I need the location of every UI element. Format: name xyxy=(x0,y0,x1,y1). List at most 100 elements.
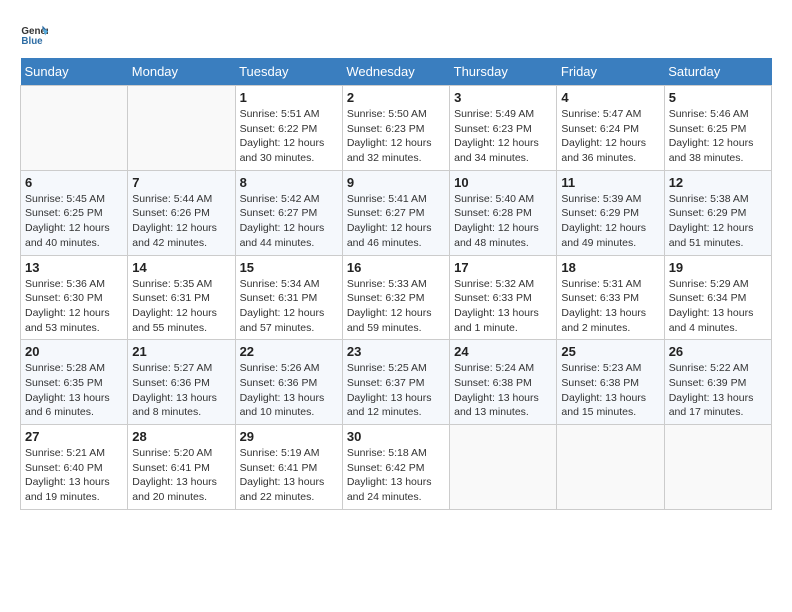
calendar-cell: 8 Sunrise: 5:42 AMSunset: 6:27 PMDaylight… xyxy=(235,170,342,255)
calendar-week-row: 20 Sunrise: 5:28 AMSunset: 6:35 PMDayligh… xyxy=(21,340,772,425)
calendar-cell: 17 Sunrise: 5:32 AMSunset: 6:33 PMDayligh… xyxy=(450,255,557,340)
day-number: 27 xyxy=(25,429,123,444)
calendar-cell xyxy=(128,86,235,171)
calendar-cell xyxy=(664,425,771,510)
calendar-cell: 7 Sunrise: 5:44 AMSunset: 6:26 PMDaylight… xyxy=(128,170,235,255)
calendar-cell: 5 Sunrise: 5:46 AMSunset: 6:25 PMDaylight… xyxy=(664,86,771,171)
day-info: Sunrise: 5:35 AMSunset: 6:31 PMDaylight:… xyxy=(132,277,230,336)
day-number: 17 xyxy=(454,260,552,275)
calendar-week-row: 13Sunrise: 5:36 AMSunset: 6:30 PMDayligh… xyxy=(21,255,772,340)
day-info: Sunrise: 5:46 AMSunset: 6:25 PMDaylight:… xyxy=(669,107,767,166)
day-number: 7 xyxy=(132,175,230,190)
day-number: 29 xyxy=(240,429,338,444)
calendar-week-row: 6 Sunrise: 5:45 AMSunset: 6:25 PMDaylight… xyxy=(21,170,772,255)
calendar-table: SundayMondayTuesdayWednesdayThursdayFrid… xyxy=(20,58,772,510)
calendar-cell: 4 Sunrise: 5:47 AMSunset: 6:24 PMDaylight… xyxy=(557,86,664,171)
calendar-cell: 9 Sunrise: 5:41 AMSunset: 6:27 PMDaylight… xyxy=(342,170,449,255)
calendar-cell: 1 Sunrise: 5:51 AMSunset: 6:22 PMDaylight… xyxy=(235,86,342,171)
day-info: Sunrise: 5:27 AMSunset: 6:36 PMDaylight:… xyxy=(132,361,230,420)
day-info: Sunrise: 5:28 AMSunset: 6:35 PMDaylight:… xyxy=(25,361,123,420)
svg-text:Blue: Blue xyxy=(21,36,43,47)
calendar-week-row: 27 Sunrise: 5:21 AMSunset: 6:40 PMDayligh… xyxy=(21,425,772,510)
day-number: 19 xyxy=(669,260,767,275)
day-info: Sunrise: 5:51 AMSunset: 6:22 PMDaylight:… xyxy=(240,107,338,166)
day-number: 12 xyxy=(669,175,767,190)
calendar-cell: 29 Sunrise: 5:19 AMSunset: 6:41 PMDayligh… xyxy=(235,425,342,510)
calendar-cell: 2 Sunrise: 5:50 AMSunset: 6:23 PMDaylight… xyxy=(342,86,449,171)
day-info: Sunrise: 5:19 AMSunset: 6:41 PMDaylight:… xyxy=(240,446,338,505)
calendar-cell: 22 Sunrise: 5:26 AMSunset: 6:36 PMDayligh… xyxy=(235,340,342,425)
logo: General Blue xyxy=(20,20,52,48)
day-number: 10 xyxy=(454,175,552,190)
calendar-cell: 19 Sunrise: 5:29 AMSunset: 6:34 PMDayligh… xyxy=(664,255,771,340)
weekday-header-tuesday: Tuesday xyxy=(235,58,342,86)
day-info: Sunrise: 5:24 AMSunset: 6:38 PMDaylight:… xyxy=(454,361,552,420)
day-info: Sunrise: 5:40 AMSunset: 6:28 PMDaylight:… xyxy=(454,192,552,251)
day-number: 3 xyxy=(454,90,552,105)
day-info: Sunrise: 5:20 AMSunset: 6:41 PMDaylight:… xyxy=(132,446,230,505)
day-number: 18 xyxy=(561,260,659,275)
calendar-cell: 25Sunrise: 5:23 AMSunset: 6:38 PMDayligh… xyxy=(557,340,664,425)
weekday-header-saturday: Saturday xyxy=(664,58,771,86)
day-info: Sunrise: 5:22 AMSunset: 6:39 PMDaylight:… xyxy=(669,361,767,420)
day-info: Sunrise: 5:32 AMSunset: 6:33 PMDaylight:… xyxy=(454,277,552,336)
calendar-cell: 24 Sunrise: 5:24 AMSunset: 6:38 PMDayligh… xyxy=(450,340,557,425)
day-info: Sunrise: 5:21 AMSunset: 6:40 PMDaylight:… xyxy=(25,446,123,505)
page-header: General Blue xyxy=(20,20,772,48)
day-info: Sunrise: 5:29 AMSunset: 6:34 PMDaylight:… xyxy=(669,277,767,336)
day-info: Sunrise: 5:45 AMSunset: 6:25 PMDaylight:… xyxy=(25,192,123,251)
day-info: Sunrise: 5:36 AMSunset: 6:30 PMDaylight:… xyxy=(25,277,123,336)
day-number: 4 xyxy=(561,90,659,105)
day-info: Sunrise: 5:34 AMSunset: 6:31 PMDaylight:… xyxy=(240,277,338,336)
day-number: 24 xyxy=(454,344,552,359)
day-info: Sunrise: 5:33 AMSunset: 6:32 PMDaylight:… xyxy=(347,277,445,336)
day-number: 9 xyxy=(347,175,445,190)
day-info: Sunrise: 5:26 AMSunset: 6:36 PMDaylight:… xyxy=(240,361,338,420)
day-number: 30 xyxy=(347,429,445,444)
calendar-cell: 27 Sunrise: 5:21 AMSunset: 6:40 PMDayligh… xyxy=(21,425,128,510)
calendar-cell: 13Sunrise: 5:36 AMSunset: 6:30 PMDayligh… xyxy=(21,255,128,340)
calendar-week-row: 1 Sunrise: 5:51 AMSunset: 6:22 PMDaylight… xyxy=(21,86,772,171)
weekday-header-friday: Friday xyxy=(557,58,664,86)
day-number: 16 xyxy=(347,260,445,275)
calendar-cell: 18 Sunrise: 5:31 AMSunset: 6:33 PMDayligh… xyxy=(557,255,664,340)
weekday-header-monday: Monday xyxy=(128,58,235,86)
day-number: 15 xyxy=(240,260,338,275)
day-number: 2 xyxy=(347,90,445,105)
weekday-header-row: SundayMondayTuesdayWednesdayThursdayFrid… xyxy=(21,58,772,86)
calendar-cell: 28 Sunrise: 5:20 AMSunset: 6:41 PMDayligh… xyxy=(128,425,235,510)
day-info: Sunrise: 5:39 AMSunset: 6:29 PMDaylight:… xyxy=(561,192,659,251)
calendar-cell: 11 Sunrise: 5:39 AMSunset: 6:29 PMDayligh… xyxy=(557,170,664,255)
calendar-cell: 3Sunrise: 5:49 AMSunset: 6:23 PMDaylight… xyxy=(450,86,557,171)
day-number: 22 xyxy=(240,344,338,359)
calendar-cell xyxy=(450,425,557,510)
weekday-header-wednesday: Wednesday xyxy=(342,58,449,86)
calendar-cell: 10 Sunrise: 5:40 AMSunset: 6:28 PMDayligh… xyxy=(450,170,557,255)
day-number: 23 xyxy=(347,344,445,359)
day-number: 25 xyxy=(561,344,659,359)
calendar-cell: 12Sunrise: 5:38 AMSunset: 6:29 PMDayligh… xyxy=(664,170,771,255)
day-info: Sunrise: 5:44 AMSunset: 6:26 PMDaylight:… xyxy=(132,192,230,251)
calendar-cell: 16 Sunrise: 5:33 AMSunset: 6:32 PMDayligh… xyxy=(342,255,449,340)
calendar-cell: 21 Sunrise: 5:27 AMSunset: 6:36 PMDayligh… xyxy=(128,340,235,425)
day-info: Sunrise: 5:42 AMSunset: 6:27 PMDaylight:… xyxy=(240,192,338,251)
day-number: 21 xyxy=(132,344,230,359)
day-number: 11 xyxy=(561,175,659,190)
day-info: Sunrise: 5:50 AMSunset: 6:23 PMDaylight:… xyxy=(347,107,445,166)
day-number: 20 xyxy=(25,344,123,359)
logo-icon: General Blue xyxy=(20,20,48,48)
day-info: Sunrise: 5:31 AMSunset: 6:33 PMDaylight:… xyxy=(561,277,659,336)
day-number: 8 xyxy=(240,175,338,190)
calendar-cell: 15 Sunrise: 5:34 AMSunset: 6:31 PMDayligh… xyxy=(235,255,342,340)
calendar-cell: 23Sunrise: 5:25 AMSunset: 6:37 PMDayligh… xyxy=(342,340,449,425)
day-number: 28 xyxy=(132,429,230,444)
day-number: 1 xyxy=(240,90,338,105)
calendar-cell xyxy=(557,425,664,510)
day-number: 6 xyxy=(25,175,123,190)
weekday-header-thursday: Thursday xyxy=(450,58,557,86)
weekday-header-sunday: Sunday xyxy=(21,58,128,86)
day-info: Sunrise: 5:47 AMSunset: 6:24 PMDaylight:… xyxy=(561,107,659,166)
calendar-cell: 30Sunrise: 5:18 AMSunset: 6:42 PMDayligh… xyxy=(342,425,449,510)
day-number: 5 xyxy=(669,90,767,105)
day-info: Sunrise: 5:41 AMSunset: 6:27 PMDaylight:… xyxy=(347,192,445,251)
